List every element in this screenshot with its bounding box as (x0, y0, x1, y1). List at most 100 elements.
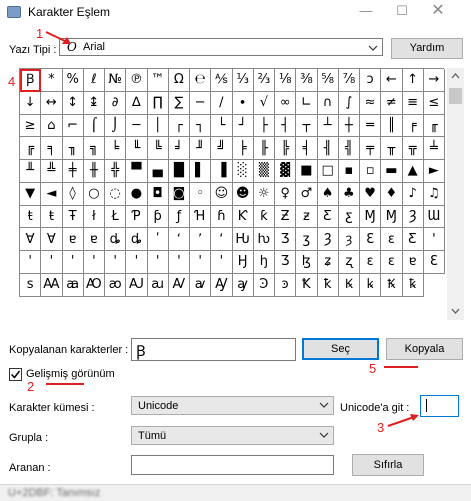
character-cell[interactable]: Ꜹ (168, 273, 190, 297)
character-cell[interactable]: ▄ (147, 160, 169, 183)
character-cell[interactable]: ╩ (41, 160, 63, 183)
character-cell[interactable]: ƒ (168, 205, 190, 229)
character-cell[interactable]: ∂ (105, 91, 127, 115)
character-cell[interactable]: ▒ (253, 160, 275, 183)
character-cell[interactable]: Ƹ (317, 205, 339, 229)
character-cell[interactable]: ŧ (41, 205, 63, 229)
copy-button[interactable]: Kopyala (386, 338, 463, 360)
character-cell[interactable]: ⌐ (62, 114, 84, 138)
character-cell[interactable]: ▐ (211, 160, 233, 183)
character-cell[interactable]: ╪ (62, 160, 84, 183)
character-cell[interactable]: % (62, 69, 84, 92)
character-grid[interactable]: Ꞵ *% ℓ № ℗ ™ Ω ℮ ⅍ ⅓ ⅔ ⅛ ⅜ ⅝ ⅞ ↄ ← ↑ → ↓ ↔ ↕ ↨ ∂ ∆ ∏ ∑ − ∕ ∙ √ ∞ ∟ ∩ ∫ ≈ ≠ ≡ ≤… (19, 68, 445, 297)
character-cell[interactable]: ┌ (168, 114, 190, 138)
character-cell[interactable]: ɛ (360, 251, 382, 274)
character-cell[interactable]: ═ (360, 114, 382, 138)
character-cell[interactable]: ł (83, 205, 105, 229)
character-cell[interactable]: ∑ (168, 91, 190, 115)
character-cell[interactable]: ɐ (402, 251, 424, 274)
character-cell[interactable]: ꜧ (253, 251, 275, 274)
character-cell[interactable]: Ʒ (275, 228, 297, 251)
character-cell[interactable]: ' (423, 228, 445, 251)
character-cell[interactable]: ʼ (190, 228, 212, 251)
character-cell[interactable]: Ꝅ (381, 273, 403, 297)
character-cell[interactable]: Ɯ (423, 205, 445, 229)
character-cell[interactable]: ʐ (338, 251, 360, 274)
scroll-down-icon[interactable] (451, 306, 460, 315)
character-cell[interactable]: ⌡ (105, 114, 127, 138)
character-cell[interactable]: □ (317, 160, 339, 183)
character-cell[interactable]: ŧ (20, 205, 42, 229)
character-cell[interactable]: ꝃ (360, 273, 382, 297)
character-cell[interactable]: ⅞ (338, 69, 360, 92)
character-cell[interactable]: ○ (83, 182, 105, 206)
character-cell[interactable]: ◦ (190, 182, 212, 206)
character-cell[interactable]: ◙ (168, 182, 190, 206)
character-cell[interactable]: ◄ (41, 182, 63, 206)
character-cell[interactable]: ╚ (147, 137, 169, 160)
scroll-up-icon[interactable] (451, 72, 460, 81)
character-cell[interactable]: ꜵ (105, 273, 127, 297)
scrollbar-thumb[interactable] (449, 88, 462, 104)
character-cell[interactable]: ȡ (126, 228, 148, 251)
character-cell[interactable]: ╞ (232, 137, 254, 160)
character-cell[interactable]: ╦ (402, 137, 424, 160)
character-cell[interactable]: ™ (147, 69, 169, 92)
character-cell[interactable]: ꜷ (147, 273, 169, 297)
character-cell[interactable]: █ (168, 160, 190, 183)
character-cell[interactable]: ꞌ (211, 251, 233, 274)
character-cell[interactable]: ↑ (402, 69, 424, 92)
character-cell[interactable]: ∙ (232, 91, 254, 115)
character-cell[interactable]: ♣ (338, 182, 360, 206)
character-cell[interactable]: ╡ (296, 137, 318, 160)
character-cell[interactable]: ▓ (275, 160, 297, 183)
select-button[interactable]: Seç (302, 338, 379, 360)
character-cell[interactable]: ↓ (20, 91, 42, 115)
character-cell[interactable]: ℮ (190, 69, 212, 92)
character-cell[interactable]: ∟ (296, 91, 318, 115)
character-cell[interactable]: ╨ (20, 160, 42, 183)
character-cell[interactable]: Ꜵ (83, 273, 105, 297)
character-cell[interactable]: ╠ (275, 137, 297, 160)
character-cell[interactable]: ꜽ (232, 273, 254, 297)
character-cell[interactable]: ╧ (423, 137, 445, 160)
character-cell[interactable]: ƹ (338, 205, 360, 229)
character-cell[interactable]: ╟ (253, 137, 275, 160)
character-cell[interactable]: ┴ (317, 114, 339, 138)
copied-characters-input[interactable]: Ꞵ (131, 338, 296, 361)
character-cell[interactable]: ƶ (296, 205, 318, 229)
character-cell[interactable]: Ŧ (62, 205, 84, 229)
character-cell[interactable]: ∫ (338, 91, 360, 115)
character-cell[interactable]: ♠ (317, 182, 339, 206)
character-cell[interactable]: ☼ (253, 182, 275, 206)
character-cell[interactable]: ⅍ (211, 69, 233, 92)
character-cell[interactable]: ▀ (126, 160, 148, 183)
character-cell[interactable]: ┐ (190, 114, 212, 138)
character-cell[interactable]: ◌ (105, 182, 127, 206)
character-cell[interactable]: ◊ (62, 182, 84, 206)
character-cell[interactable]: √ (253, 91, 275, 115)
character-cell[interactable]: ← (381, 69, 403, 92)
character-cell[interactable]: ╖ (62, 137, 84, 160)
character-cell[interactable]: ʑ (317, 251, 339, 274)
character-cell[interactable]: ☺ (211, 182, 233, 206)
character-cell[interactable]: ɛ (381, 251, 403, 274)
character-cell[interactable]: ƕ (253, 228, 275, 251)
character-cell[interactable]: ├ (253, 114, 275, 138)
character-cell[interactable]: ∞ (275, 91, 297, 115)
minimize-icon[interactable]: — (351, 0, 381, 22)
advanced-view-checkbox[interactable] (9, 368, 22, 381)
character-cell[interactable]: ╝ (211, 137, 233, 160)
character-cell[interactable]: ╙ (126, 137, 148, 160)
character-cell[interactable]: ↨ (83, 91, 105, 115)
help-button[interactable]: Yardım (391, 38, 463, 59)
character-cell[interactable]: ♪ (402, 182, 424, 206)
character-cell[interactable]: ꜱ (20, 273, 42, 297)
character-cell[interactable]: ℗ (126, 69, 148, 92)
character-cell[interactable]: ꞌ (83, 251, 105, 274)
character-cell[interactable]: Ꝁ (296, 273, 318, 297)
character-cell[interactable]: Ꜽ (211, 273, 233, 297)
character-cell[interactable]: ≈ (360, 91, 382, 115)
character-cell[interactable]: Ɐ (41, 228, 63, 251)
character-cell[interactable]: ⅔ (253, 69, 275, 92)
